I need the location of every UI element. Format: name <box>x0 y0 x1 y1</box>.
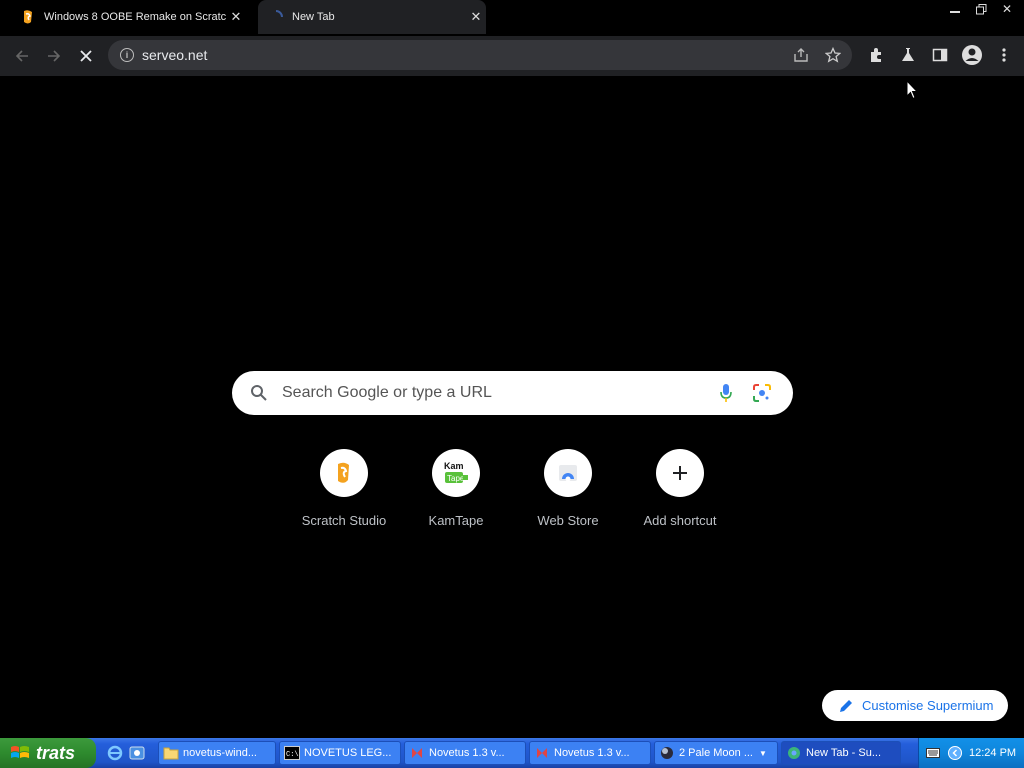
forward-icon[interactable] <box>38 40 70 72</box>
folder-icon <box>163 745 179 761</box>
taskbar-item-label: NOVETUS LEG... <box>304 747 392 759</box>
pale-moon-icon <box>659 745 675 761</box>
profile-avatar-icon[interactable] <box>958 40 986 70</box>
shortcut-scratch-studio[interactable]: Scratch Studio <box>288 449 400 528</box>
shortcut-label: Scratch Studio <box>301 513 387 528</box>
internet-explorer-icon[interactable] <box>106 744 124 762</box>
stop-loading-icon[interactable] <box>70 40 102 72</box>
extensions-icon[interactable] <box>862 40 890 70</box>
tab-title: Windows 8 OOBE Remake on Scratc <box>44 11 226 23</box>
show-desktop-icon[interactable] <box>128 744 146 762</box>
tab-title: New Tab <box>292 11 335 23</box>
supermium-icon <box>786 745 802 761</box>
restore-icon[interactable] <box>972 1 990 17</box>
voice-search-icon[interactable] <box>715 382 737 404</box>
tab-windows8-oobe[interactable]: Windows 8 OOBE Remake on Scratc ✕ <box>10 0 246 34</box>
mouse-cursor-icon <box>906 80 918 100</box>
site-info-icon[interactable]: i <box>120 48 134 62</box>
labs-flask-icon[interactable] <box>894 40 922 70</box>
start-button[interactable]: trats <box>0 738 96 768</box>
taskbar-item-label: 2 Pale Moon ... <box>679 747 753 759</box>
search-placeholder[interactable]: Search Google or type a URL <box>282 384 715 402</box>
tab-new-tab[interactable]: New Tab ✕ <box>258 0 486 34</box>
scratch-icon[interactable] <box>320 449 368 497</box>
keyboard-icon[interactable] <box>925 745 941 761</box>
svg-text:Tape: Tape <box>447 474 465 483</box>
novetus-icon <box>409 745 425 761</box>
url-text[interactable]: serveo.net <box>142 47 207 63</box>
shortcut-label: Add shortcut <box>643 513 717 528</box>
taskbar-item-label: novetus-wind... <box>183 747 257 759</box>
google-lens-icon[interactable] <box>751 382 773 404</box>
plus-icon[interactable] <box>656 449 704 497</box>
tray-expand-icon[interactable] <box>947 745 963 761</box>
start-label: trats <box>36 742 76 763</box>
taskbar-item-label: Novetus 1.3 v... <box>554 747 630 759</box>
scratch-icon <box>20 9 36 25</box>
search-icon <box>251 385 267 401</box>
windows-flag-icon <box>11 746 29 758</box>
close-tab-icon[interactable]: ✕ <box>466 9 486 25</box>
web-store-icon[interactable] <box>544 449 592 497</box>
taskbar-item-pale-moon[interactable]: 2 Pale Moon ... ▼ <box>654 741 778 765</box>
back-icon[interactable] <box>6 40 38 72</box>
quick-launch <box>106 744 146 762</box>
svg-text:C:\: C:\ <box>286 751 299 759</box>
taskbar-item-new-tab[interactable]: New Tab - Su... <box>781 741 901 765</box>
clock[interactable]: 12:24 PM <box>969 747 1016 759</box>
customise-label: Customise Supermium <box>862 698 994 713</box>
novetus-icon <box>534 745 550 761</box>
loading-icon <box>268 9 284 25</box>
shortcut-label: KamTape <box>428 513 484 528</box>
pencil-icon <box>840 699 852 712</box>
shortcut-add[interactable]: Add shortcut <box>624 449 736 528</box>
window-controls: ✕ <box>946 0 1016 18</box>
taskbar-item-folder[interactable]: novetus-wind... <box>158 741 276 765</box>
tab-strip: Windows 8 OOBE Remake on Scratc ✕ New Ta… <box>0 0 1024 36</box>
close-window-icon[interactable]: ✕ <box>998 1 1016 17</box>
side-panel-icon[interactable] <box>926 40 954 70</box>
menu-kebab-icon[interactable] <box>990 40 1018 70</box>
taskbar-item-console[interactable]: C:\ NOVETUS LEG... <box>279 741 401 765</box>
console-icon: C:\ <box>284 745 300 761</box>
close-tab-icon[interactable]: ✕ <box>226 9 246 25</box>
taskbar-item-novetus-1[interactable]: Novetus 1.3 v... <box>404 741 526 765</box>
minimize-icon[interactable] <box>946 1 964 17</box>
screen: Windows 8 OOBE Remake on Scratc ✕ New Ta… <box>0 0 1024 768</box>
taskbar-item-label: New Tab - Su... <box>806 747 881 759</box>
taskbar-item-label: Novetus 1.3 v... <box>429 747 505 759</box>
bookmark-star-icon[interactable] <box>824 45 842 65</box>
share-icon[interactable] <box>792 45 810 65</box>
taskbar: trats novetus-wind... C:\ NOVETUS LEG... <box>0 738 1024 768</box>
kamtape-icon[interactable]: Kam Tape <box>432 449 480 497</box>
system-tray: 12:24 PM <box>918 738 1024 768</box>
shortcut-web-store[interactable]: Web Store <box>512 449 624 528</box>
taskbar-item-novetus-2[interactable]: Novetus 1.3 v... <box>529 741 651 765</box>
customise-button[interactable]: Customise Supermium <box>822 690 1008 721</box>
search-box[interactable]: Search Google or type a URL <box>232 371 793 415</box>
browser-toolbar: i serveo.net <box>0 36 1024 76</box>
svg-text:Kam: Kam <box>444 461 464 471</box>
shortcut-label: Web Store <box>537 513 599 528</box>
shortcut-kamtape[interactable]: Kam Tape KamTape <box>400 449 512 528</box>
address-bar[interactable]: i serveo.net <box>108 40 852 70</box>
chevron-down-icon[interactable]: ▼ <box>759 749 767 758</box>
shortcuts-grid: Scratch Studio Kam Tape KamTape Web Store… <box>288 449 736 528</box>
